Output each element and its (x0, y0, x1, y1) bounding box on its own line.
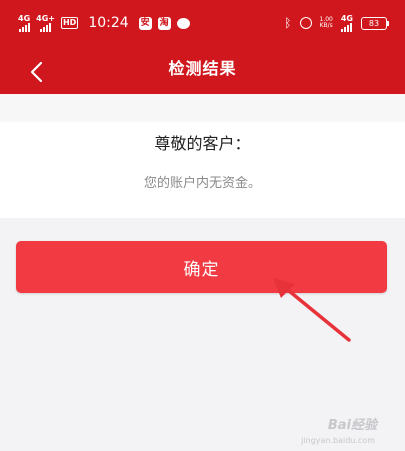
status-left: 4G 4G+ HD 10:24 安 淘 (18, 13, 190, 32)
signal-3: 4G (340, 13, 353, 32)
notification-app-icon: 安 (138, 16, 152, 30)
status-bar: 4G 4G+ HD 10:24 安 淘 ᛒ 1.00 KB/s 4G 83 (0, 0, 405, 46)
network-speed: 1.00 KB/s (320, 17, 333, 29)
taobao-icon: 淘 (157, 16, 171, 30)
watermark-url: jingyan.baidu.com (301, 436, 375, 445)
greeting-text: 尊敬的客户： (154, 134, 251, 153)
alarm-icon (299, 17, 312, 29)
clock: 10:24 (88, 15, 129, 31)
signal-bars-icon (341, 22, 353, 32)
signal-2: 4G+ (36, 13, 55, 32)
watermark: Bai经验 (327, 418, 377, 433)
result-message: 您的账户内无资金。 (143, 176, 261, 191)
result-panel (0, 94, 405, 218)
network-label-2: 4G+ (36, 13, 55, 23)
hd-icon: HD (60, 17, 79, 29)
network-label-3: 4G (340, 13, 353, 23)
battery-icon: 83 (361, 16, 389, 30)
signal-bars-icon (40, 22, 52, 32)
signal-1: 4G (18, 13, 31, 32)
chat-bubble-icon (176, 17, 190, 29)
page-title: 检测结果 (168, 59, 237, 78)
bluetooth-icon: ᛒ (284, 16, 292, 30)
signal-bars-icon (18, 22, 30, 32)
panel-divider (0, 94, 405, 122)
navigation-bar: 检测结果 (0, 46, 405, 94)
annotation-arrow-icon (273, 278, 351, 342)
speed-unit: KB/s (319, 22, 333, 29)
status-right: ᛒ 1.00 KB/s 4G 83 (284, 13, 389, 32)
network-label-1: 4G (18, 13, 31, 23)
